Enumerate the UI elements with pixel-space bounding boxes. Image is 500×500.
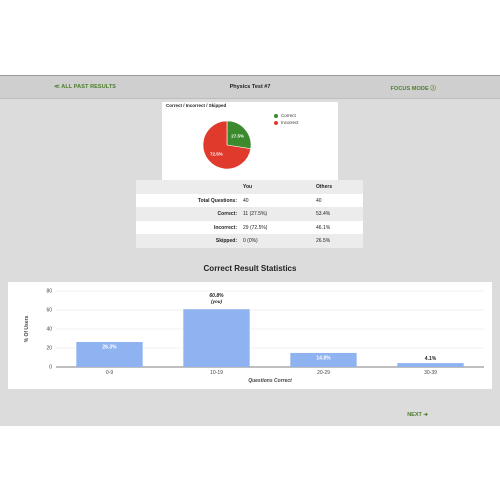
stats-table: You Others Total Questions: 40 40 Correc… (136, 180, 363, 248)
legend-dot (274, 113, 278, 118)
bar-chart: 020406080% Of Users26.3%0-960.8%(you)10-… (24, 289, 484, 384)
x-axis-label: Questions Correct (248, 378, 292, 384)
bar-data-label: 26.3% (102, 345, 117, 351)
top-nav-bar: ≪ ALL PAST RESULTS Physics Test #7 FOCUS… (0, 76, 500, 99)
row-label: Skipped: (215, 238, 237, 245)
bar-data-label: 4.1% (425, 356, 437, 362)
header-you: You (243, 184, 253, 190)
next-button[interactable]: NEXT ➔ (407, 412, 428, 418)
stats-row-incorrect: Incorrect: 29 (72.5%) 46.1% (136, 220, 363, 235)
pie-chart-card: Correct / Incorrect / Skipped 27.5% 72.5%… (162, 102, 338, 181)
bar-chart-card: 0 20 40 60 80% Of Users 26.3% 0-9 60.8% (you) 10-… (8, 282, 492, 389)
row-label: Incorrect: (213, 224, 237, 231)
bar-data-label: 14.8% (316, 355, 331, 361)
stats-row-correct: Correct: 11 (27.5%) 53.4% (136, 207, 363, 221)
legend-item: Correct (274, 112, 299, 119)
row-you-value: 40 (243, 197, 249, 204)
pie-slice-label: 72.5% (210, 152, 223, 157)
x-tick-label: 10-19 (210, 370, 223, 376)
bar-30-39 (397, 363, 464, 367)
row-you-value: 29 (72.5%) (243, 224, 268, 231)
y-tick-label: 0 (49, 365, 52, 371)
pie-chart-title: Correct / Incorrect / Skipped (166, 103, 227, 108)
row-others-value: 53.4% (316, 211, 331, 218)
y-tick-label: 20 (46, 346, 52, 352)
stats-header-row: You Others (136, 180, 363, 194)
header-others: Others (316, 184, 333, 190)
row-you-value: 11 (27.5%) (243, 211, 268, 218)
y-axis-label: % Of Users (24, 315, 30, 342)
y-tick-label: 80 (46, 289, 52, 295)
legend-dot (274, 120, 278, 125)
stats-row-total: Total Questions: 40 40 (136, 193, 363, 208)
row-others-value: 26.5% (316, 238, 331, 245)
y-tick-label: 60 (46, 308, 52, 314)
pie-chart: 27.5% 72.5% (202, 120, 252, 170)
pie-legend: Correct Incorrect (274, 112, 299, 126)
bar-10-19 (183, 309, 250, 367)
legend-label: Incorrect (281, 120, 299, 125)
focus-mode-link[interactable]: FOCUS MODE ⓘ (390, 84, 436, 92)
row-you-value: 0 (0%) (243, 238, 258, 245)
pie-slice-label: 27.5% (231, 133, 244, 138)
x-tick-label: 30-39 (424, 370, 437, 376)
x-tick-label: 20-29 (317, 370, 330, 376)
stats-row-skipped: Skipped: 0 (0%) 26.5% (136, 234, 363, 248)
y-tick-label: 40 (46, 327, 52, 333)
legend-label: Correct (281, 113, 296, 118)
section-title: Correct Result Statistics (203, 264, 297, 273)
legend-item: Incorrect (274, 119, 299, 126)
results-panel: ≪ ALL PAST RESULTS Physics Test #7 FOCUS… (0, 75, 500, 426)
row-others-value: 46.1% (316, 224, 331, 231)
row-others-value: 40 (316, 197, 322, 204)
bar-highlight-note: (you) (211, 299, 222, 304)
row-label: Total Questions: (197, 197, 237, 204)
x-tick-label: 0-9 (106, 370, 113, 376)
row-label: Correct: (217, 211, 237, 218)
